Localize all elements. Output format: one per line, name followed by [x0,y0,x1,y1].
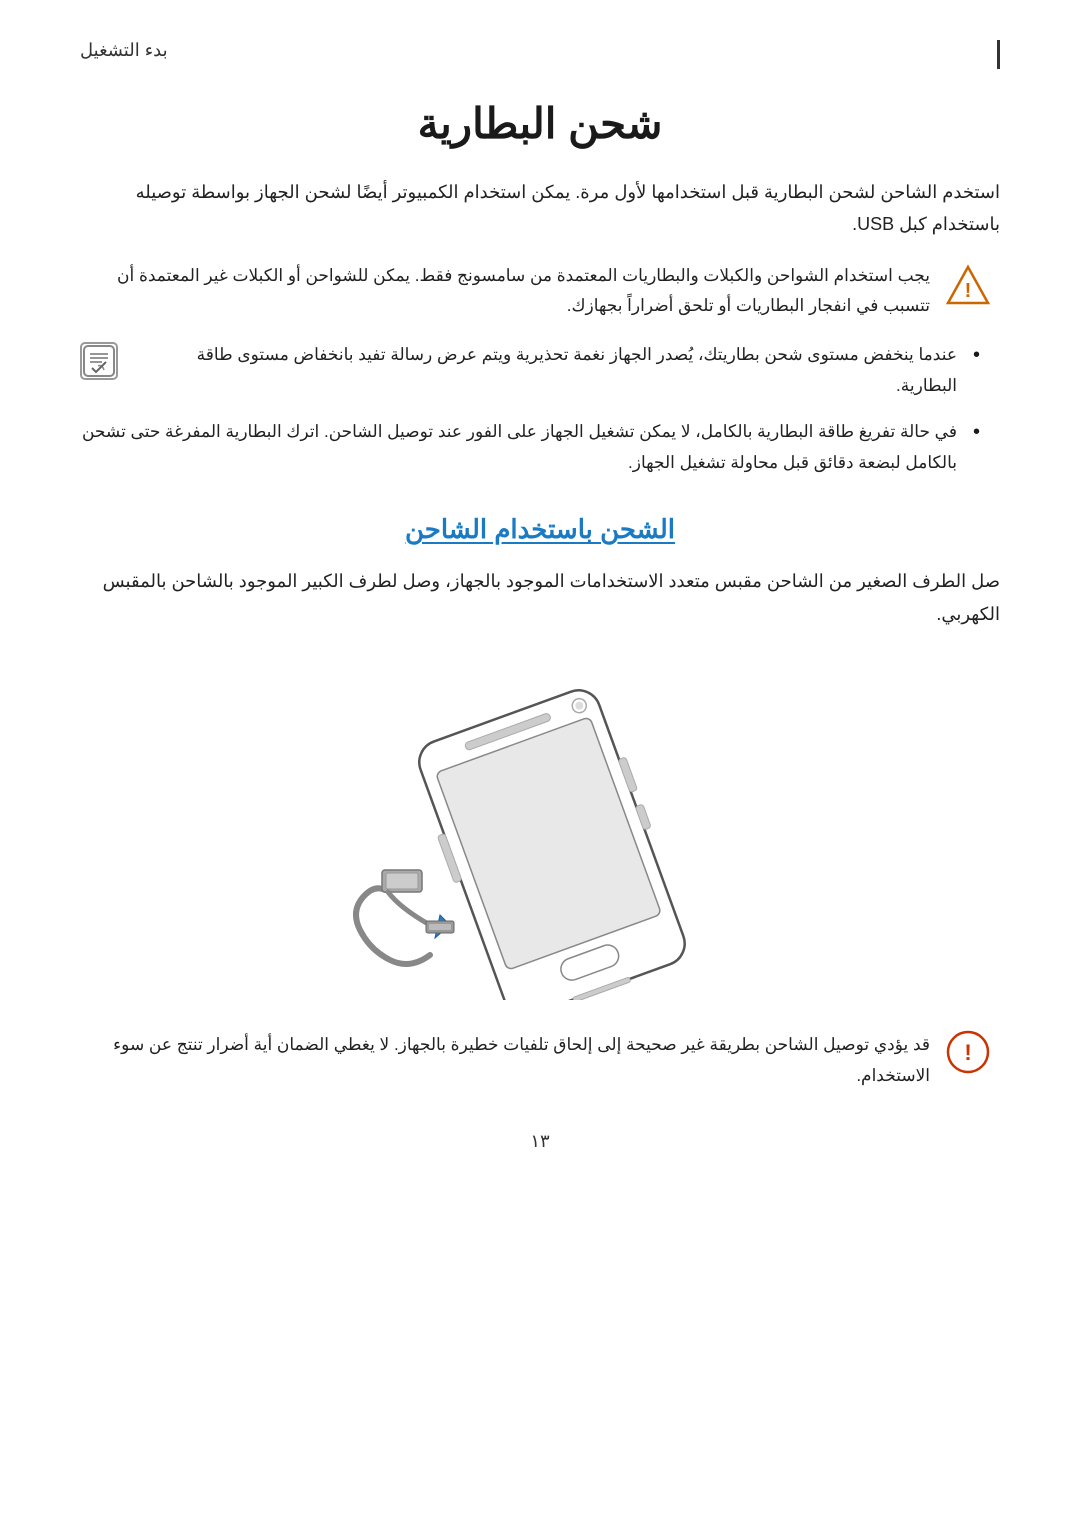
warning-box-1: ! يجب استخدام الشواحن والكبلات والبطاريا… [80,261,1000,322]
caution-circle-icon: ! [946,1030,990,1074]
bullet-dot-2: • [973,421,980,444]
page-container: بدء التشغيل شحن البطارية استخدم الشاحن ل… [0,0,1080,1527]
charging-intro: صل الطرف الصغير من الشاحن مقبس متعدد الا… [80,565,1000,630]
bullet-item-2: • في حالة تفريغ طاقة البطارية بالكامل، ل… [80,417,980,478]
header-text: بدء التشغيل [80,40,168,61]
bullet-item-1: • عندما ينخفض مستوى شحن بطاريتك، يُصدر ا… [80,340,980,401]
warning-text-2: قد يؤدي توصيل الشاحن بطريقة غير صحيحة إل… [90,1030,930,1091]
svg-text:!: ! [964,1040,971,1065]
page-number: ١٣ [80,1131,1000,1152]
intro-paragraph: استخدم الشاحن لشحن البطارية قبل استخدامه… [80,176,1000,241]
bullet-text-1: عندما ينخفض مستوى شحن بطاريتك، يُصدر الج… [134,340,957,401]
main-title: شحن البطارية [80,99,1000,148]
page-number-text: ١٣ [530,1131,549,1151]
device-illustration [300,660,780,1000]
warning-box-2: ! قد يؤدي توصيل الشاحن بطريقة غير صحيحة … [80,1030,1000,1091]
sub-section-title: الشحن باستخدام الشاحن [80,514,1000,545]
bullet-text-2: في حالة تفريغ طاقة البطارية بالكامل، لا … [80,417,957,478]
bullet-dot-1: • [973,344,980,367]
bullet-section: • عندما ينخفض مستوى شحن بطاريتك، يُصدر ا… [80,340,1000,478]
warning-triangle-icon: ! [946,263,990,307]
warning-text-1: يجب استخدام الشواحن والكبلات والبطاريات … [90,261,930,322]
device-image-container [80,660,1000,1000]
header-bar: بدء التشغيل [80,40,1000,69]
svg-text:!: ! [965,280,972,302]
note-icon-1 [80,342,118,380]
